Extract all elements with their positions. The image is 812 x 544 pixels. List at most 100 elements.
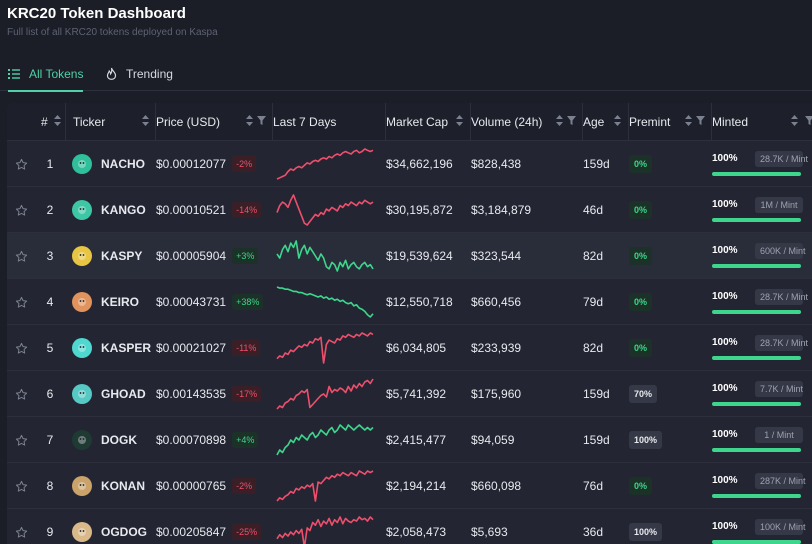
price-change-badge: +3% [232,248,259,264]
filter-icon[interactable] [696,116,705,125]
token-age: 36d [583,525,604,539]
col-minted[interactable]: Minted [712,103,812,141]
token-ticker[interactable]: KASPER [101,325,151,371]
table-row[interactable]: 4 KEIRO $0.00043731 +38% $12,550,718 $660,456… [7,279,812,325]
token-price-cell: $0.00012077 -2% [156,141,257,187]
token-price: $0.00000765 [156,479,227,493]
token-rank: 7 [46,433,54,447]
tab-bar: All Tokens Trending [0,56,812,92]
market-cap: $2,194,214 [386,479,447,493]
volume-24h: $323,544 [471,249,522,263]
volume-24h: $175,960 [471,387,522,401]
minted-percent: 100% [712,521,738,532]
token-age: 82d [583,341,604,355]
favorite-star-icon[interactable] [15,463,29,509]
sort-icon[interactable] [791,115,798,126]
favorite-star-icon[interactable] [15,417,29,463]
active-tab-indicator [8,90,84,92]
filter-icon[interactable] [567,116,576,125]
minted-cell: 100% 28.7K / Mint [712,325,812,371]
mint-size-badge: 28.7K / Mint [755,151,808,167]
table-row[interactable]: 2 KANGO $0.00010521 -14% $30,195,872 $3,184,8… [7,187,812,233]
volume-24h: $660,098 [471,479,522,493]
filter-icon[interactable] [805,116,812,125]
token-ticker[interactable]: KEIRO [101,279,139,325]
minted-percent: 100% [712,337,738,348]
token-ticker[interactable]: GHOAD [101,371,146,417]
sort-icon[interactable] [54,115,61,126]
sparkline-chart [273,509,375,544]
tab-all-tokens[interactable]: All Tokens [8,56,84,92]
kango-logo-icon [72,200,92,220]
token-ticker[interactable]: OGDOG [101,509,147,544]
table-row[interactable]: 1 NACHO $0.00012077 -2% $34,662,196 $828,438 1… [7,141,812,187]
token-age: 76d [583,479,604,493]
col-market-cap-label: Market Cap [386,115,449,129]
token-age: 159d [583,433,610,447]
token-ticker[interactable]: DOGK [101,417,137,463]
table-row[interactable]: 7 DOGK $0.00070898 +4% $2,415,477 $94,059 159d… [7,417,812,463]
minted-cell: 100% 28.7K / Mint [712,141,812,187]
token-rank: 3 [46,249,54,263]
token-age: 159d [583,157,610,171]
mint-size-badge: 600K / Mint [755,243,806,259]
favorite-star-icon[interactable] [15,187,29,233]
volume-24h: $94,059 [471,433,515,447]
premint-badge: 0% [629,247,653,265]
mint-size-badge: 28.7K / Mint [755,289,808,305]
market-cap: $30,195,872 [386,203,453,217]
favorite-star-icon[interactable] [15,233,29,279]
tab-trending[interactable]: Trending [106,56,173,91]
col-age[interactable]: Age [583,103,629,141]
col-volume[interactable]: Volume (24h) [471,103,583,141]
token-ticker[interactable]: KONAN [101,463,145,509]
nacho-logo-icon [72,154,92,174]
market-cap: $19,539,624 [386,249,453,263]
minted-cell: 100% 28.7K / Mint [712,279,812,325]
token-ticker[interactable]: NACHO [101,141,145,187]
table-row[interactable]: 3 KASPY $0.00005904 +3% $19,539,624 $323,544 8… [7,233,812,279]
sparkline-chart [273,325,375,371]
table-row[interactable]: 5 KASPER $0.00021027 -11% $6,034,805 $233,939… [7,325,812,371]
premint-badge: 100% [629,431,663,449]
favorite-star-icon[interactable] [15,279,29,325]
premint-cell: 0% [629,463,653,509]
filter-icon[interactable] [257,116,266,125]
col-ticker[interactable]: Ticker [66,103,156,141]
col-index[interactable]: # [7,103,66,141]
col-market-cap[interactable]: Market Cap [386,103,471,141]
sparkline-chart [273,141,375,187]
sparkline-chart [273,279,375,325]
minted-cell: 100% 600K / Mint [712,233,812,279]
sort-icon[interactable] [142,115,149,126]
table-row[interactable]: 8 KONAN $0.00000765 -2% $2,194,214 $660,098 76… [7,463,812,509]
favorite-star-icon[interactable] [15,371,29,417]
sparkline-path [276,470,374,502]
token-rank: 8 [46,479,54,493]
col-premint[interactable]: Premint [629,103,712,141]
sparkline-chart [273,417,375,463]
premint-badge: 0% [629,155,653,173]
ogdog-logo-icon [72,522,92,542]
sort-icon[interactable] [614,115,621,126]
market-cap: $5,741,392 [386,387,447,401]
market-cap: $12,550,718 [386,295,453,309]
list-icon [8,68,20,79]
premint-cell: 0% [629,233,653,279]
sparkline-chart [273,371,375,417]
sort-icon[interactable] [246,115,253,126]
favorite-star-icon[interactable] [15,509,29,544]
table-row[interactable]: 9 OGDOG $0.00205847 -25% $2,058,473 $5,693 36d… [7,509,812,544]
favorite-star-icon[interactable] [15,325,29,371]
token-rank: 9 [46,525,54,539]
sort-icon[interactable] [456,115,463,126]
token-ticker[interactable]: KASPY [101,233,142,279]
token-ticker[interactable]: KANGO [101,187,146,233]
favorite-star-icon[interactable] [15,141,29,187]
sort-icon[interactable] [556,115,563,126]
premint-badge: 0% [629,477,653,495]
sort-icon[interactable] [685,115,692,126]
col-price[interactable]: Price (USD) [156,103,273,141]
minted-progress-bar [712,356,801,360]
table-row[interactable]: 6 GHOAD $0.00143535 -17% $5,741,392 $175,960 1… [7,371,812,417]
